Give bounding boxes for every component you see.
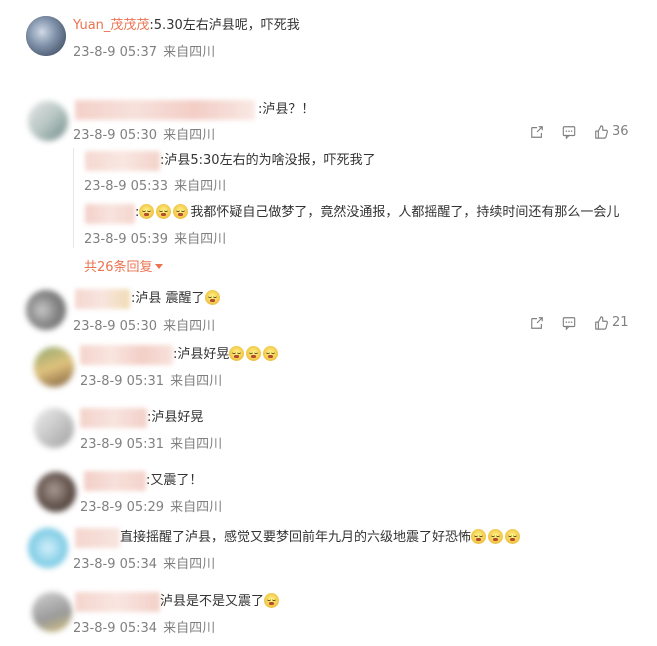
username-redacted[interactable] bbox=[75, 100, 255, 120]
comment-time: 23-8-9 05:30 bbox=[73, 128, 158, 143]
cry-emoji-icon bbox=[229, 346, 245, 361]
comment-line: 直接摇醒了泸县，感觉又要梦回前年九月的六级地震了好恐怖 bbox=[120, 529, 522, 547]
comment-meta: 23-8-9 05:30 来自四川 bbox=[73, 124, 221, 143]
more-replies-label: 共26条回复 bbox=[84, 260, 153, 275]
comment-source: 来自四川 bbox=[163, 45, 216, 60]
like-count: 36 bbox=[612, 124, 629, 139]
username[interactable]: Yuan_茂茂茂 bbox=[73, 18, 149, 33]
cry-emoji-icon bbox=[471, 529, 487, 544]
comment-time: 23-8-9 05:29 bbox=[80, 500, 165, 515]
avatar[interactable] bbox=[26, 16, 66, 56]
share-icon[interactable] bbox=[530, 125, 544, 139]
cry-emoji-icon bbox=[139, 204, 155, 219]
comment-source: 来自四川 bbox=[163, 621, 216, 636]
reply-text: 我都怀疑自己做梦了，竟然没通报，人都摇醒了，持续时间还有那么一会儿 bbox=[190, 205, 620, 220]
reply-thread: :泸县5:30左右的为啥没报，吓死我了 23-8-9 05:33 来自四川 : 我都… bbox=[73, 148, 629, 248]
comment-meta: 23-8-9 05:31 来自四川 bbox=[80, 433, 228, 452]
reply-time: 23-8-9 05:33 bbox=[84, 179, 169, 194]
comment-text: :泸县 震醒了 bbox=[131, 291, 205, 306]
like-button[interactable]: 21 bbox=[594, 315, 629, 330]
more-replies-link[interactable]: 共26条回复 bbox=[84, 256, 163, 275]
avatar[interactable] bbox=[32, 592, 72, 632]
comment-time: 23-8-9 05:31 bbox=[80, 437, 165, 452]
username-redacted[interactable] bbox=[80, 408, 147, 428]
comment-time: 23-8-9 05:34 bbox=[73, 557, 158, 572]
comment-text: :又震了！ bbox=[146, 473, 203, 488]
comment-time: 23-8-9 05:34 bbox=[73, 621, 158, 636]
comment-text: 泸县是不是又震了 bbox=[160, 594, 265, 609]
comment-actions: 36 bbox=[530, 124, 629, 139]
username-redacted[interactable] bbox=[80, 345, 173, 365]
reply-meta: 23-8-9 05:33 来自四川 bbox=[84, 175, 232, 194]
comment-text: :泸县？！ bbox=[258, 102, 315, 117]
reply-line: : 我都怀疑自己做梦了，竟然没通报，人都摇醒了，持续时间还有那么一会儿 bbox=[135, 204, 620, 220]
comment-time: 23-8-9 05:31 bbox=[80, 374, 165, 389]
comment-icon[interactable] bbox=[562, 125, 576, 139]
comment-source: 来自四川 bbox=[163, 128, 216, 143]
cry-emoji-icon bbox=[488, 529, 504, 544]
username-redacted[interactable] bbox=[75, 592, 160, 612]
comment-time: 23-8-9 05:37 bbox=[73, 45, 158, 60]
cry-emoji-icon bbox=[263, 346, 279, 361]
thumbs-up-icon bbox=[595, 124, 608, 139]
comment-line: :泸县好晃 bbox=[173, 346, 280, 364]
comment-meta: 23-8-9 05:29 来自四川 bbox=[80, 496, 228, 515]
comment-meta: 23-8-9 05:30 来自四川 bbox=[73, 315, 221, 334]
comment-line: 泸县是不是又震了 bbox=[160, 593, 281, 611]
avatar[interactable] bbox=[28, 101, 68, 141]
cry-emoji-icon bbox=[173, 204, 189, 219]
cry-emoji-icon bbox=[204, 290, 220, 305]
comment-text: 直接摇醒了泸县，感觉又要梦回前年九月的六级地震了好恐怖 bbox=[120, 530, 472, 545]
avatar[interactable] bbox=[34, 408, 74, 448]
username-redacted[interactable] bbox=[85, 204, 135, 224]
username-redacted[interactable] bbox=[84, 471, 146, 491]
comment-line: :泸县 震醒了 bbox=[131, 290, 222, 308]
comment-meta: 23-8-9 05:34 来自四川 bbox=[73, 553, 221, 572]
comment-line: Yuan_茂茂茂:5.30左右泸县呢，吓死我 bbox=[73, 17, 300, 35]
avatar[interactable] bbox=[36, 472, 76, 512]
comment-text: :泸县好晃 bbox=[147, 410, 204, 425]
cry-emoji-icon bbox=[505, 529, 521, 544]
comment-source: 来自四川 bbox=[170, 374, 223, 389]
comment-meta: 23-8-9 05:34 来自四川 bbox=[73, 617, 221, 636]
comment-meta: 23-8-9 05:31 来自四川 bbox=[80, 370, 228, 389]
avatar[interactable] bbox=[34, 347, 74, 387]
cry-emoji-icon bbox=[156, 204, 172, 219]
comment-text: :5.30左右泸县呢，吓死我 bbox=[149, 18, 300, 33]
comment-text: :泸县好晃 bbox=[173, 347, 230, 362]
comment-actions: 21 bbox=[530, 315, 629, 330]
reply-time: 23-8-9 05:39 bbox=[84, 232, 169, 247]
username-redacted[interactable] bbox=[75, 289, 130, 309]
username-redacted[interactable] bbox=[85, 151, 160, 171]
avatar[interactable] bbox=[26, 290, 66, 330]
comment-icon[interactable] bbox=[562, 316, 576, 330]
like-button[interactable]: 36 bbox=[594, 124, 629, 139]
like-count: 21 bbox=[612, 315, 629, 330]
share-icon[interactable] bbox=[530, 316, 544, 330]
comment-source: 来自四川 bbox=[163, 557, 216, 572]
comment-source: 来自四川 bbox=[170, 437, 223, 452]
reply-text: :泸县5:30左右的为啥没报，吓死我了 bbox=[160, 153, 376, 168]
cry-emoji-icon bbox=[264, 593, 280, 608]
comment-time: 23-8-9 05:30 bbox=[73, 319, 158, 334]
caret-down-icon bbox=[154, 264, 163, 269]
reply-source: 来自四川 bbox=[174, 179, 227, 194]
comment-source: 来自四川 bbox=[170, 500, 223, 515]
comment-meta: 23-8-9 05:37 来自四川 bbox=[73, 41, 221, 60]
reply-source: 来自四川 bbox=[174, 232, 227, 247]
cry-emoji-icon bbox=[246, 346, 262, 361]
avatar[interactable] bbox=[28, 528, 68, 568]
username-redacted[interactable] bbox=[75, 528, 120, 548]
thumbs-up-icon bbox=[595, 315, 608, 330]
comment-source: 来自四川 bbox=[163, 319, 216, 334]
reply-meta: 23-8-9 05:39 来自四川 bbox=[84, 228, 232, 247]
